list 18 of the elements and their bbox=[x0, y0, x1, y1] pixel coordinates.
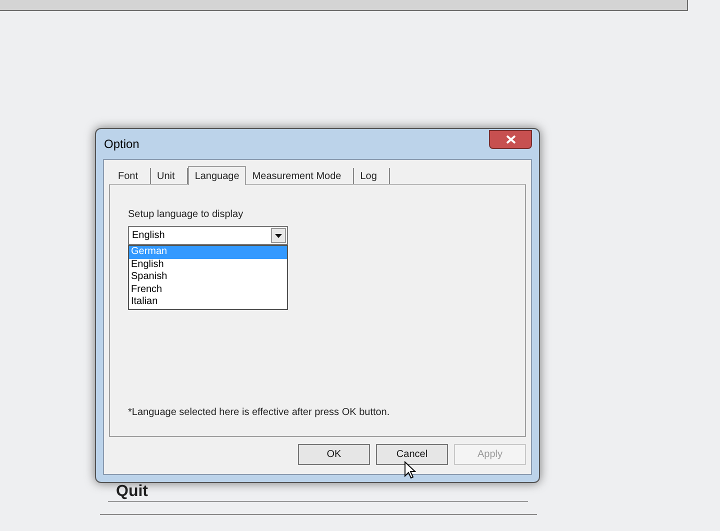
mouse-pointer-icon bbox=[404, 461, 416, 479]
close-icon bbox=[506, 134, 516, 144]
language-combo[interactable]: English bbox=[128, 226, 288, 245]
prompt-label: Setup language to display bbox=[128, 208, 244, 222]
caret-icon bbox=[275, 234, 282, 238]
language-option[interactable]: French bbox=[129, 284, 287, 296]
combo-value: English bbox=[131, 229, 166, 243]
note-text: *Language selected here is effective after press OK button. bbox=[128, 406, 390, 420]
tab[interactable]: Language bbox=[188, 166, 246, 185]
dialog-button[interactable]: Cancel bbox=[376, 444, 448, 465]
quit-button[interactable]: Quit bbox=[108, 484, 528, 502]
close-button[interactable] bbox=[489, 130, 532, 148]
language-option[interactable]: English bbox=[129, 258, 287, 271]
dropdown-button[interactable] bbox=[271, 228, 286, 243]
language-option[interactable]: Spanish bbox=[129, 271, 287, 284]
window-title: Option bbox=[103, 136, 140, 153]
language-option[interactable]: Italian bbox=[129, 296, 287, 308]
dialog-button[interactable]: OK bbox=[298, 444, 370, 465]
